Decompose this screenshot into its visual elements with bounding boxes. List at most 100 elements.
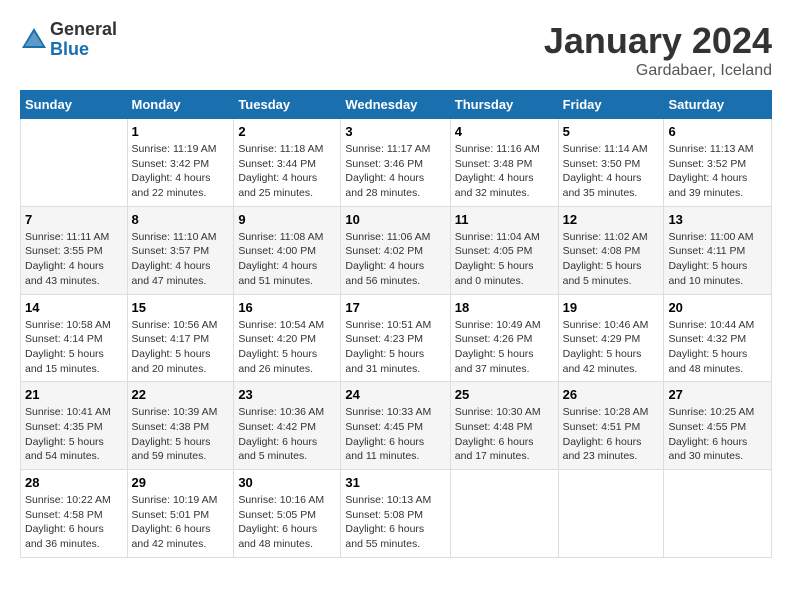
day-number: 9	[238, 212, 336, 227]
day-info: Sunrise: 11:16 AM Sunset: 3:48 PM Daylig…	[455, 142, 554, 201]
calendar-cell: 20Sunrise: 10:44 AM Sunset: 4:32 PM Dayl…	[664, 294, 772, 382]
logo-general: General	[50, 20, 117, 40]
calendar-cell: 15 Sunrise: 10:56 AM Sunset: 4:17 PM Dayl…	[127, 294, 234, 382]
day-number: 6	[668, 124, 767, 139]
calendar-week-row: 21 Sunrise: 10:41 AM Sunset: 4:35 PM Dayl…	[21, 382, 772, 470]
day-info: Sunrise: 11:14 AM Sunset: 3:50 PM Daylig…	[563, 142, 660, 201]
calendar-cell	[664, 470, 772, 558]
calendar-cell: 26 Sunrise: 10:28 AM Sunset: 4:51 PM Dayl…	[558, 382, 664, 470]
calendar-cell: 31 Sunrise: 10:13 AM Sunset: 5:08 PM Dayl…	[341, 470, 450, 558]
day-info: Sunrise: 10:19 AM Sunset: 5:01 PM Daylig…	[132, 493, 230, 552]
day-info: Sunrise: 10:22 AM Sunset: 4:58 PM Daylig…	[25, 493, 123, 552]
calendar-cell: 7Sunrise: 11:11 AM Sunset: 3:55 PM Dayli…	[21, 206, 128, 294]
day-info: Sunrise: 11:02 AM Sunset: 4:08 PM Daylig…	[563, 230, 660, 289]
logo-blue: Blue	[50, 40, 117, 60]
day-number: 14	[25, 300, 123, 315]
day-info: Sunrise: 10:39 AM Sunset: 4:38 PM Daylig…	[132, 405, 230, 464]
day-info: Sunrise: 11:17 AM Sunset: 3:46 PM Daylig…	[345, 142, 445, 201]
day-number: 15	[132, 300, 230, 315]
page-header: General Blue January 2024 Gardabaer, Ice…	[20, 20, 772, 80]
calendar-cell: 4 Sunrise: 11:16 AM Sunset: 3:48 PM Dayli…	[450, 119, 558, 207]
day-info: Sunrise: 10:46 AM Sunset: 4:29 PM Daylig…	[563, 318, 660, 377]
day-number: 10	[345, 212, 445, 227]
calendar-cell: 18 Sunrise: 10:49 AM Sunset: 4:26 PM Dayl…	[450, 294, 558, 382]
calendar-header-row: SundayMondayTuesdayWednesdayThursdayFrid…	[21, 91, 772, 119]
calendar-cell: 2 Sunrise: 11:18 AM Sunset: 3:44 PM Dayli…	[234, 119, 341, 207]
day-number: 18	[455, 300, 554, 315]
day-number: 22	[132, 387, 230, 402]
day-number: 28	[25, 475, 123, 490]
title-section: January 2024 Gardabaer, Iceland	[544, 20, 772, 80]
calendar-cell: 21 Sunrise: 10:41 AM Sunset: 4:35 PM Dayl…	[21, 382, 128, 470]
calendar-cell: 14 Sunrise: 10:58 AM Sunset: 4:14 PM Dayl…	[21, 294, 128, 382]
day-info: Sunrise: 10:51 AM Sunset: 4:23 PM Daylig…	[345, 318, 445, 377]
calendar-cell: 17Sunrise: 10:51 AM Sunset: 4:23 PM Dayl…	[341, 294, 450, 382]
day-number: 1	[132, 124, 230, 139]
calendar-cell: 23Sunrise: 10:36 AM Sunset: 4:42 PM Dayl…	[234, 382, 341, 470]
day-info: Sunrise: 11:18 AM Sunset: 3:44 PM Daylig…	[238, 142, 336, 201]
day-number: 3	[345, 124, 445, 139]
calendar-cell: 1 Sunrise: 11:19 AM Sunset: 3:42 PM Dayli…	[127, 119, 234, 207]
day-number: 2	[238, 124, 336, 139]
calendar-cell: 16 Sunrise: 10:54 AM Sunset: 4:20 PM Dayl…	[234, 294, 341, 382]
logo: General Blue	[20, 20, 117, 60]
day-number: 7	[25, 212, 123, 227]
calendar-cell	[558, 470, 664, 558]
weekday-header: Thursday	[450, 91, 558, 119]
day-info: Sunrise: 10:30 AM Sunset: 4:48 PM Daylig…	[455, 405, 554, 464]
day-info: Sunrise: 10:28 AM Sunset: 4:51 PM Daylig…	[563, 405, 660, 464]
calendar-cell: 28 Sunrise: 10:22 AM Sunset: 4:58 PM Dayl…	[21, 470, 128, 558]
day-info: Sunrise: 10:44 AM Sunset: 4:32 PM Daylig…	[668, 318, 767, 377]
day-number: 12	[563, 212, 660, 227]
day-info: Sunrise: 10:16 AM Sunset: 5:05 PM Daylig…	[238, 493, 336, 552]
weekday-header: Sunday	[21, 91, 128, 119]
calendar-cell: 22 Sunrise: 10:39 AM Sunset: 4:38 PM Dayl…	[127, 382, 234, 470]
location: Gardabaer, Iceland	[544, 62, 772, 80]
day-info: Sunrise: 10:41 AM Sunset: 4:35 PM Daylig…	[25, 405, 123, 464]
day-info: Sunrise: 11:19 AM Sunset: 3:42 PM Daylig…	[132, 142, 230, 201]
calendar-week-row: 28 Sunrise: 10:22 AM Sunset: 4:58 PM Dayl…	[21, 470, 772, 558]
day-number: 11	[455, 212, 554, 227]
day-number: 5	[563, 124, 660, 139]
calendar-cell: 19Sunrise: 10:46 AM Sunset: 4:29 PM Dayl…	[558, 294, 664, 382]
day-info: Sunrise: 11:04 AM Sunset: 4:05 PM Daylig…	[455, 230, 554, 289]
calendar-cell: 3 Sunrise: 11:17 AM Sunset: 3:46 PM Dayli…	[341, 119, 450, 207]
calendar-cell: 10Sunrise: 11:06 AM Sunset: 4:02 PM Dayl…	[341, 206, 450, 294]
day-info: Sunrise: 10:49 AM Sunset: 4:26 PM Daylig…	[455, 318, 554, 377]
day-number: 4	[455, 124, 554, 139]
calendar-cell: 29 Sunrise: 10:19 AM Sunset: 5:01 PM Dayl…	[127, 470, 234, 558]
weekday-header: Monday	[127, 91, 234, 119]
day-info: Sunrise: 10:56 AM Sunset: 4:17 PM Daylig…	[132, 318, 230, 377]
calendar-week-row: 14 Sunrise: 10:58 AM Sunset: 4:14 PM Dayl…	[21, 294, 772, 382]
calendar-cell	[21, 119, 128, 207]
day-number: 26	[563, 387, 660, 402]
calendar-week-row: 7Sunrise: 11:11 AM Sunset: 3:55 PM Dayli…	[21, 206, 772, 294]
weekday-header: Tuesday	[234, 91, 341, 119]
day-number: 21	[25, 387, 123, 402]
calendar-cell: 25Sunrise: 10:30 AM Sunset: 4:48 PM Dayl…	[450, 382, 558, 470]
day-info: Sunrise: 10:25 AM Sunset: 4:55 PM Daylig…	[668, 405, 767, 464]
weekday-header: Friday	[558, 91, 664, 119]
day-number: 27	[668, 387, 767, 402]
calendar-cell: 12 Sunrise: 11:02 AM Sunset: 4:08 PM Dayl…	[558, 206, 664, 294]
logo-icon	[20, 26, 48, 54]
day-info: Sunrise: 11:08 AM Sunset: 4:00 PM Daylig…	[238, 230, 336, 289]
calendar-cell: 9 Sunrise: 11:08 AM Sunset: 4:00 PM Dayli…	[234, 206, 341, 294]
day-info: Sunrise: 10:36 AM Sunset: 4:42 PM Daylig…	[238, 405, 336, 464]
day-number: 31	[345, 475, 445, 490]
day-info: Sunrise: 11:00 AM Sunset: 4:11 PM Daylig…	[668, 230, 767, 289]
day-number: 29	[132, 475, 230, 490]
day-info: Sunrise: 10:13 AM Sunset: 5:08 PM Daylig…	[345, 493, 445, 552]
calendar-cell: 24Sunrise: 10:33 AM Sunset: 4:45 PM Dayl…	[341, 382, 450, 470]
calendar-cell: 27 Sunrise: 10:25 AM Sunset: 4:55 PM Dayl…	[664, 382, 772, 470]
day-number: 30	[238, 475, 336, 490]
day-info: Sunrise: 10:58 AM Sunset: 4:14 PM Daylig…	[25, 318, 123, 377]
day-number: 16	[238, 300, 336, 315]
day-info: Sunrise: 10:54 AM Sunset: 4:20 PM Daylig…	[238, 318, 336, 377]
day-info: Sunrise: 11:10 AM Sunset: 3:57 PM Daylig…	[132, 230, 230, 289]
day-number: 13	[668, 212, 767, 227]
calendar-cell	[450, 470, 558, 558]
calendar-cell: 13 Sunrise: 11:00 AM Sunset: 4:11 PM Dayl…	[664, 206, 772, 294]
calendar-table: SundayMondayTuesdayWednesdayThursdayFrid…	[20, 90, 772, 558]
day-number: 24	[345, 387, 445, 402]
